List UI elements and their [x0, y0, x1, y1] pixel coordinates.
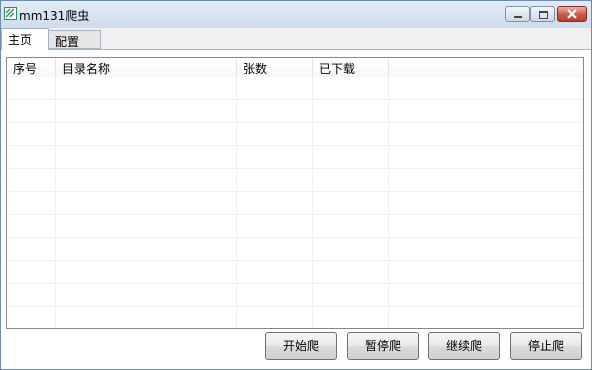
close-icon	[567, 9, 577, 19]
grid-line	[7, 283, 583, 284]
main-tab-panel: 序号 目录名称 张数 已下载 开始爬 暂停爬 继续爬 停止爬	[1, 49, 591, 369]
title-bar[interactable]: mm131爬虫	[1, 1, 591, 28]
grid-line	[7, 99, 583, 100]
maximize-button[interactable]	[530, 6, 555, 22]
column-header-directory-name[interactable]: 目录名称	[56, 58, 237, 77]
start-crawl-button[interactable]: 开始爬	[265, 332, 337, 360]
tab-main-label: 主页	[8, 33, 33, 47]
gallery-list[interactable]: 序号 目录名称 张数 已下载	[6, 57, 584, 329]
tab-config[interactable]: 配置	[49, 30, 101, 49]
window-title: mm131爬虫	[19, 9, 90, 23]
close-button[interactable]	[557, 6, 587, 22]
grid-line	[7, 237, 583, 238]
continue-crawl-button[interactable]: 继续爬	[428, 332, 500, 360]
grid-line	[7, 122, 583, 123]
app-window: mm131爬虫 主页 配置 序号 目录名称 张数 已下载 开始爬 暂停爬 继续爬…	[0, 0, 592, 370]
minimize-icon	[514, 16, 522, 18]
grid-line	[236, 77, 237, 328]
minimize-button[interactable]	[505, 6, 530, 22]
grid-line	[7, 214, 583, 215]
column-header-filler	[389, 58, 583, 77]
grid-line	[7, 306, 583, 307]
maximize-icon	[539, 11, 548, 19]
list-body[interactable]	[7, 77, 583, 328]
column-header-downloaded[interactable]: 已下载	[313, 58, 389, 77]
tab-config-label: 配置	[55, 35, 80, 49]
grid-line	[312, 77, 313, 328]
grid-line	[7, 191, 583, 192]
grid-line	[7, 260, 583, 261]
grid-line	[388, 77, 389, 328]
tab-main[interactable]: 主页	[1, 28, 49, 50]
column-header-index[interactable]: 序号	[7, 58, 56, 77]
list-header: 序号 目录名称 张数 已下载	[7, 58, 583, 77]
grid-line	[55, 77, 56, 328]
app-icon	[4, 7, 17, 20]
pause-crawl-button[interactable]: 暂停爬	[347, 332, 419, 360]
column-header-image-count[interactable]: 张数	[237, 58, 313, 77]
grid-line	[7, 168, 583, 169]
grid-line	[7, 145, 583, 146]
stop-crawl-button[interactable]: 停止爬	[510, 332, 582, 360]
